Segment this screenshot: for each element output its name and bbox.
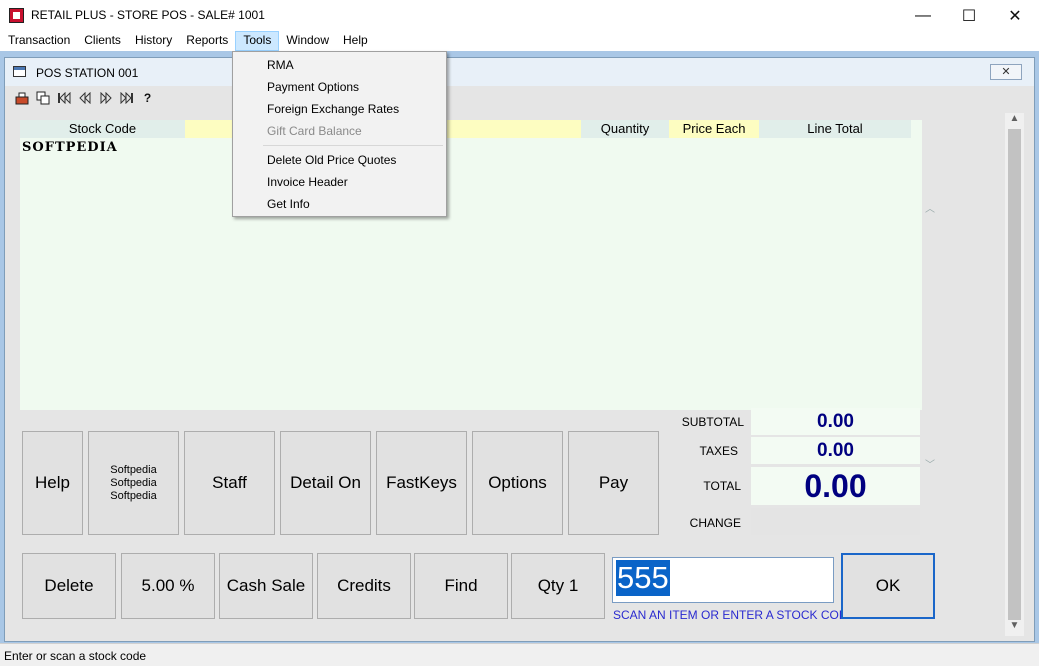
menu-bar: Transaction Clients History Reports Tool… (0, 31, 1039, 51)
column-stock-code[interactable]: Stock Code (20, 120, 185, 138)
scan-hint: SCAN AN ITEM OR ENTER A STOCK CODE (613, 608, 856, 622)
menu-transaction[interactable]: Transaction (0, 31, 77, 51)
taxes-value: 0.00 (751, 437, 920, 464)
close-button[interactable]: ✕ (992, 0, 1038, 31)
column-quantity[interactable]: Quantity (581, 120, 669, 138)
mdi-area: POS STATION 001 ✕ ? Stock Code Quantity … (0, 51, 1039, 643)
help-icon[interactable]: ? (137, 88, 158, 108)
credits-button[interactable]: Credits (317, 553, 411, 619)
delete-button[interactable]: Delete (22, 553, 116, 619)
menu-item-foreign-exchange-rates[interactable]: Foreign Exchange Rates (267, 102, 399, 116)
grid-row-stock-code[interactable]: SOFTPEDIA (22, 140, 118, 155)
grid-scroll-up-icon[interactable]: ︿ (925, 200, 935, 215)
child-title-bar: POS STATION 001 ✕ (5, 58, 1034, 86)
menu-item-gift-card-balance: Gift Card Balance (267, 124, 362, 138)
last-record-icon[interactable] (116, 88, 137, 108)
discount-button[interactable]: 5.00 % (121, 553, 215, 619)
total-label: TOTAL (703, 479, 741, 493)
maximize-button[interactable]: ☐ (946, 0, 992, 31)
scroll-down-icon[interactable]: ▼ (1005, 620, 1024, 636)
fastkeys-button[interactable]: FastKeys (376, 431, 467, 535)
scroll-up-icon[interactable]: ▲ (1005, 113, 1024, 129)
cash-sale-button[interactable]: Cash Sale (219, 553, 313, 619)
taxes-label: TAXES (699, 444, 738, 458)
menu-separator (263, 145, 443, 146)
menu-item-rma[interactable]: RMA (267, 58, 294, 72)
change-value (751, 508, 920, 535)
menu-clients[interactable]: Clients (77, 31, 128, 51)
custom-button-line-2: Softpedia (110, 476, 157, 489)
register-icon[interactable] (11, 88, 32, 108)
column-description-left[interactable] (185, 120, 231, 138)
toolbar: ? (11, 87, 158, 109)
pos-station-window: POS STATION 001 ✕ ? Stock Code Quantity … (4, 57, 1035, 642)
staff-button[interactable]: Staff (184, 431, 275, 535)
scrollbar-thumb[interactable] (1008, 129, 1021, 620)
window-title: RETAIL PLUS - STORE POS - SALE# 1001 (31, 8, 265, 22)
custom-button-line-3: Softpedia (110, 489, 157, 502)
qty-button[interactable]: Qty 1 (511, 553, 605, 619)
subtotal-value: 0.00 (751, 408, 920, 435)
child-window-title: POS STATION 001 (36, 66, 139, 80)
find-button[interactable]: Find (414, 553, 508, 619)
ok-button[interactable]: OK (841, 553, 935, 619)
options-button[interactable]: Options (472, 431, 563, 535)
change-label: CHANGE (689, 516, 741, 530)
vertical-scrollbar[interactable]: ▲ ▼ (1005, 113, 1024, 636)
grid-scroll-down-icon[interactable]: ﹀ (925, 456, 935, 471)
previous-record-icon[interactable] (74, 88, 95, 108)
status-bar: Enter or scan a stock code (0, 643, 1039, 666)
grid-header: Stock Code Quantity Price Each Line Tota… (20, 120, 922, 138)
status-text: Enter or scan a stock code (4, 649, 147, 663)
menu-item-delete-old-price-quotes[interactable]: Delete Old Price Quotes (267, 153, 396, 167)
column-line-total[interactable]: Line Total (759, 120, 911, 138)
next-record-icon[interactable] (95, 88, 116, 108)
custom-button-line-1: Softpedia (110, 463, 157, 476)
menu-item-payment-options[interactable]: Payment Options (267, 80, 359, 94)
menu-reports[interactable]: Reports (179, 31, 235, 51)
menu-tools[interactable]: Tools (235, 31, 280, 51)
stock-code-input[interactable]: 555 (612, 557, 834, 603)
pay-button[interactable]: Pay (568, 431, 659, 535)
stock-code-input-value: 555 (616, 560, 670, 596)
menu-history[interactable]: History (128, 31, 179, 51)
menu-item-get-info[interactable]: Get Info (267, 197, 310, 211)
menu-item-invoice-header[interactable]: Invoice Header (267, 175, 348, 189)
column-price-each[interactable]: Price Each (669, 120, 759, 138)
title-bar: RETAIL PLUS - STORE POS - SALE# 1001 — ☐… (0, 0, 1039, 31)
subtotal-label: SUBTOTAL (681, 415, 744, 429)
minimize-button[interactable]: — (900, 0, 946, 31)
window-icon (13, 66, 26, 77)
help-button[interactable]: Help (22, 431, 83, 535)
copy-icon[interactable] (32, 88, 53, 108)
sale-items-grid[interactable]: Stock Code Quantity Price Each Line Tota… (20, 120, 935, 471)
first-record-icon[interactable] (53, 88, 74, 108)
detail-on-button[interactable]: Detail On (280, 431, 371, 535)
menu-window[interactable]: Window (279, 31, 336, 51)
tools-menu-dropdown: RMA Payment Options Foreign Exchange Rat… (232, 51, 447, 217)
menu-help[interactable]: Help (336, 31, 375, 51)
custom-softpedia-button[interactable]: Softpedia Softpedia Softpedia (88, 431, 179, 535)
child-close-button[interactable]: ✕ (990, 64, 1022, 80)
app-icon (9, 8, 24, 23)
total-value: 0.00 (751, 467, 920, 505)
